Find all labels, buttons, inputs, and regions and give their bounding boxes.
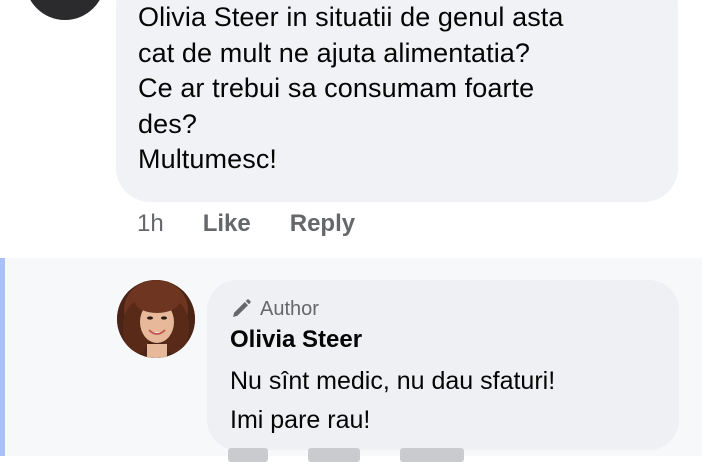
reply-bubble: Author Olivia Steer Nu sînt medic, nu da… [207, 280, 679, 450]
reply-text: Nu sînt medic, nu dau sfaturi! Imi pare … [230, 362, 679, 440]
like-button[interactable]: Like [203, 210, 251, 238]
pencil-icon [230, 298, 252, 320]
reply-text-line: Nu sînt medic, nu dau sfaturi! [230, 367, 556, 395]
clipped-action [400, 448, 464, 462]
comment-text-line: Multumesc! [138, 144, 278, 174]
thread-indicator-line [0, 258, 5, 456]
author-badge: Author [230, 294, 679, 324]
comment-text-line: Olivia Steer in situatii de genul asta [138, 2, 564, 32]
comment-text-line: Ce ar trebui sa consumam foarte [138, 73, 535, 103]
author-name-link[interactable]: Olivia Steer [230, 324, 679, 356]
author-avatar[interactable] [117, 280, 195, 358]
reply-button[interactable]: Reply [290, 210, 355, 238]
comment-text-line: cat de mult ne ajuta alimentatia? [138, 37, 531, 68]
comment-text-line: des? [138, 108, 197, 139]
comment-timestamp[interactable]: 1h [137, 210, 164, 238]
comment-actions: 1h Like Reply [137, 204, 355, 244]
clipped-action [228, 448, 268, 462]
comment-bubble: Olivia Steer in situatii de genul asta c… [116, 0, 678, 202]
author-badge-label: Author [260, 297, 319, 320]
commenter-avatar[interactable] [25, 0, 105, 20]
reply-text-line: Imi pare rau! [230, 406, 371, 434]
clipped-action [308, 448, 360, 462]
reply-actions-clipped [228, 448, 464, 462]
reply-thread: Author Olivia Steer Nu sînt medic, nu da… [0, 258, 702, 462]
